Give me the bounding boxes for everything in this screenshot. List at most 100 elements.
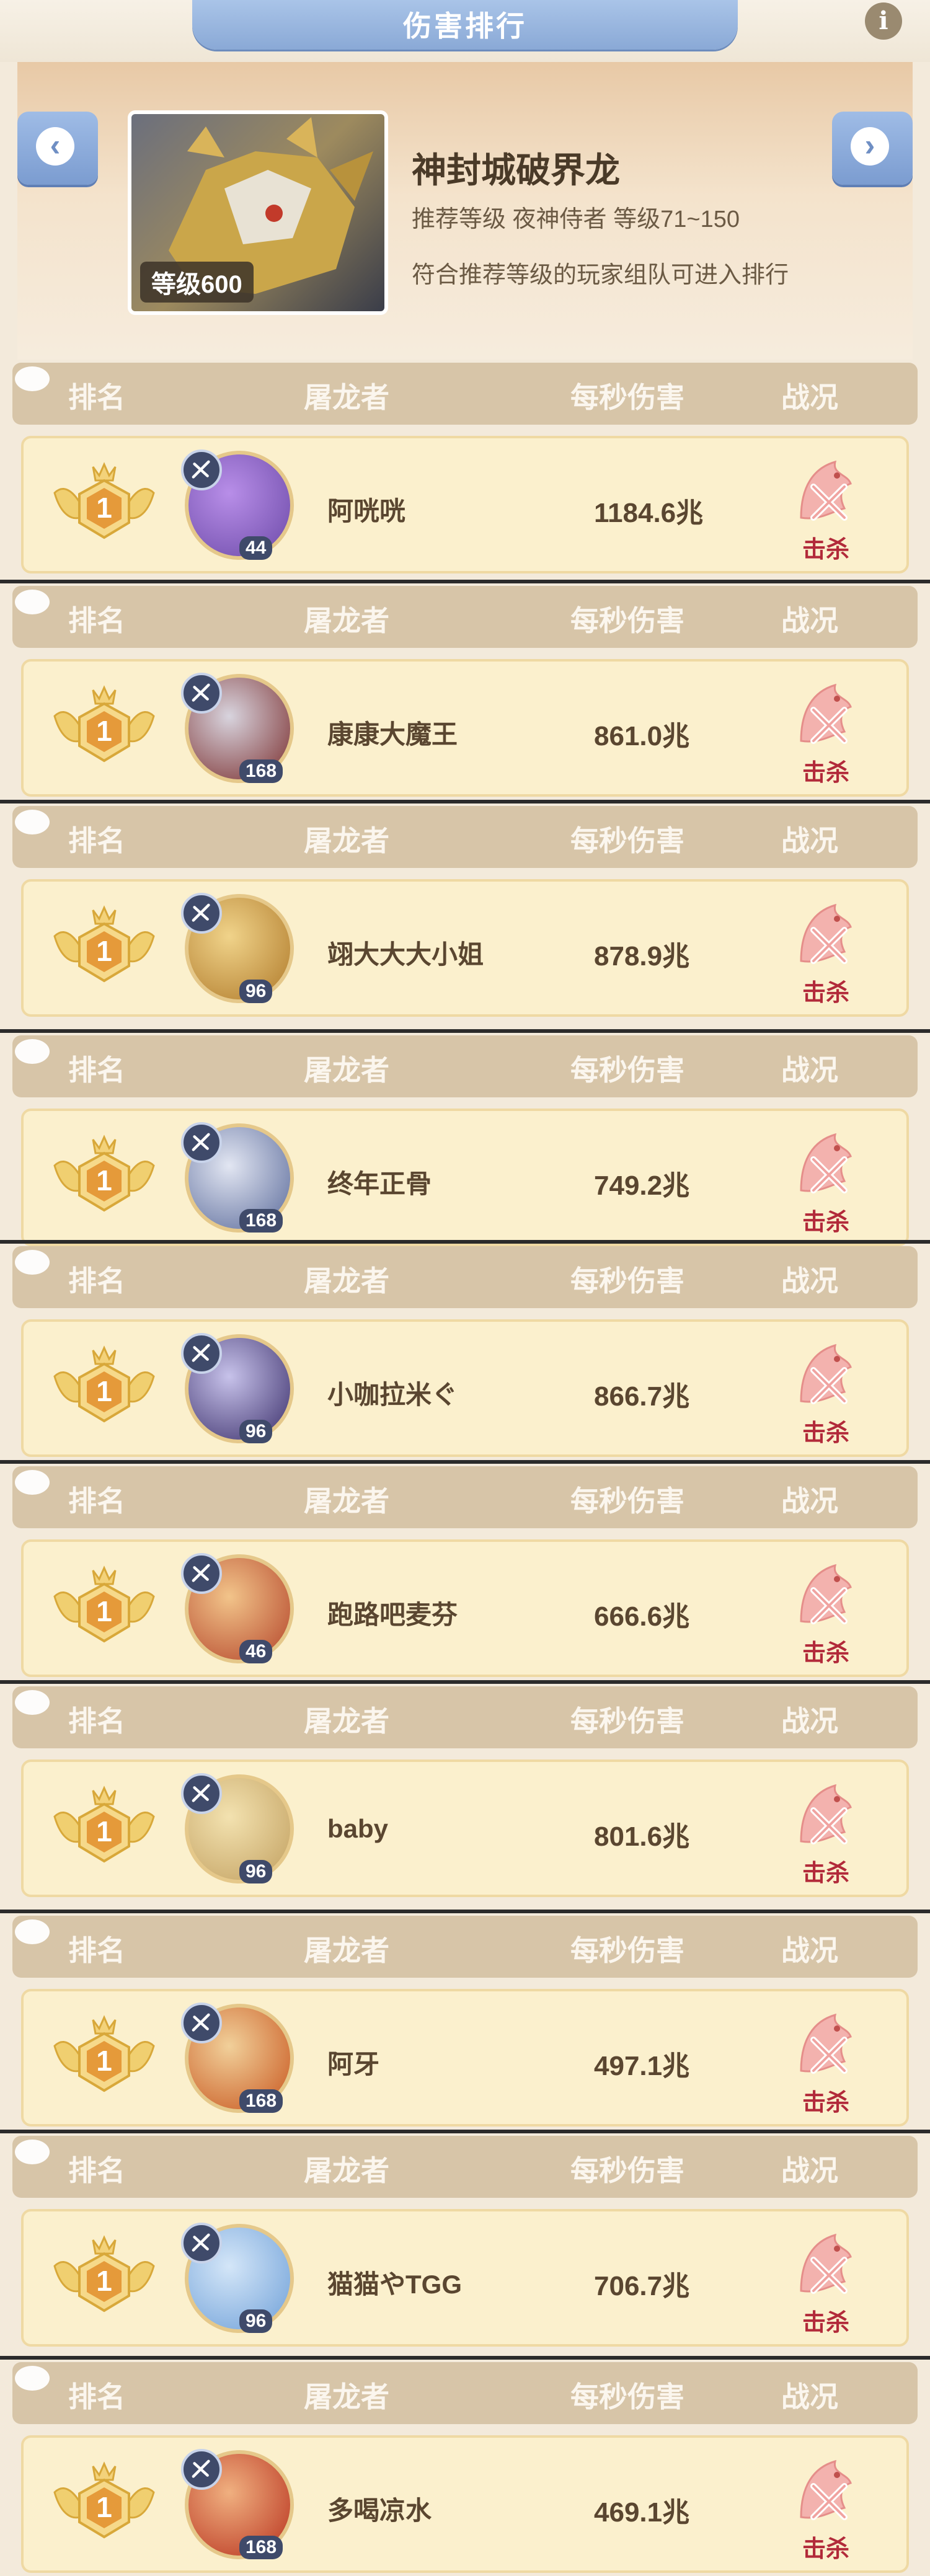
kill-label: 击杀: [802, 980, 849, 1006]
column-status: 战况: [781, 2154, 838, 2187]
column-status: 战况: [781, 1485, 838, 1517]
dragon-kill-icon: [789, 673, 863, 756]
rank-medal-icon: 1: [48, 2229, 160, 2322]
column-rank: 排名: [68, 825, 125, 857]
rank-number: 1: [96, 2045, 112, 2077]
divider: [0, 1240, 930, 1244]
dragon-kill-icon: [789, 1122, 863, 1206]
rank-number: 1: [96, 1375, 112, 1407]
divider: [0, 1460, 930, 1464]
boss-condition: 符合推荐等级的玩家组队可进入排行: [412, 262, 789, 288]
table-row[interactable]: 1 96 翊大大大小姐 878.9兆 击杀: [21, 879, 909, 1017]
divider: [0, 580, 930, 583]
dragon-kill-icon: [789, 1553, 863, 1637]
table-header: 排名 屠龙者 每秒伤害 战况: [12, 806, 918, 868]
class-icon: [181, 2003, 222, 2043]
class-icon: [181, 1122, 222, 1163]
avatar[interactable]: 168: [181, 673, 294, 783]
divider: [0, 1910, 930, 1913]
column-dps: 每秒伤害: [570, 1265, 684, 1297]
column-dps: 每秒伤害: [570, 1054, 684, 1086]
rank-medal-icon: 1: [48, 1779, 160, 1872]
kill-label: 击杀: [802, 1861, 849, 1887]
table-header: 排名 屠龙者 每秒伤害 战况: [12, 1035, 918, 1097]
ranking-section: 排名 屠龙者 每秒伤害 战况 1 96 猫猫やTGG 706.7兆 击杀: [12, 2136, 918, 2350]
dps-value: 801.6兆: [594, 1821, 690, 1852]
chat-bubble-icon: [15, 2366, 50, 2391]
player-level-badge: 168: [239, 2536, 283, 2559]
class-icon: [181, 893, 222, 934]
table-header: 排名 屠龙者 每秒伤害 战况: [12, 1246, 918, 1308]
prev-boss-button[interactable]: ‹: [17, 112, 98, 185]
column-rank: 排名: [68, 604, 125, 637]
table-row[interactable]: 1 96 猫猫やTGG 706.7兆 击杀: [21, 2209, 909, 2347]
avatar[interactable]: 168: [181, 2449, 294, 2559]
player-level-badge: 46: [239, 1640, 273, 1663]
column-player: 屠龙者: [304, 1485, 389, 1517]
avatar[interactable]: 96: [181, 893, 294, 1003]
table-row[interactable]: 1 168 阿牙 497.1兆 击杀: [21, 1989, 909, 2127]
table-header: 排名 屠龙者 每秒伤害 战况: [12, 2136, 918, 2198]
next-boss-button[interactable]: ›: [832, 112, 913, 185]
column-player: 屠龙者: [304, 1265, 389, 1297]
dragon-kill-icon: [789, 1773, 863, 1857]
class-icon: [181, 2449, 222, 2490]
player-name: baby: [327, 1814, 389, 1843]
divider: [0, 1029, 930, 1033]
avatar[interactable]: 46: [181, 1553, 294, 1663]
ranking-section: 排名 屠龙者 每秒伤害 战况 1 168 阿牙 497.1兆 击杀: [12, 1916, 918, 2130]
avatar[interactable]: 168: [181, 1122, 294, 1233]
rank-medal-icon: 1: [48, 899, 160, 992]
table-row[interactable]: 1 168 终年正骨 749.2兆 击杀: [21, 1109, 909, 1246]
column-rank: 排名: [68, 2381, 125, 2413]
avatar[interactable]: 168: [181, 2003, 294, 2113]
dragon-kill-icon: [789, 893, 863, 976]
avatar[interactable]: 44: [181, 449, 294, 560]
table-row[interactable]: 1 168 康康大魔王 861.0兆 击杀: [21, 659, 909, 797]
chat-bubble-icon: [15, 366, 50, 391]
avatar[interactable]: 96: [181, 1333, 294, 1443]
table-row[interactable]: 1 46 跑路吧麦芬 666.6兆 击杀: [21, 1539, 909, 1677]
ranking-section: 排名 屠龙者 每秒伤害 战况 1 168 康康大魔王 861.0兆 击杀: [12, 586, 918, 800]
table-row[interactable]: 1 44 阿咣咣 1184.6兆 击杀: [21, 436, 909, 573]
avatar[interactable]: 96: [181, 2223, 294, 2333]
player-name: 跑路吧麦芬: [327, 1600, 458, 1629]
column-status: 战况: [781, 1265, 838, 1297]
kill-status: 击杀: [789, 673, 863, 786]
chat-bubble-icon: [15, 1039, 50, 1064]
table-row[interactable]: 1 96 baby 801.6兆 击杀: [21, 1759, 909, 1897]
ranking-section: 排名 屠龙者 每秒伤害 战况 1 44 阿咣咣 1184.6兆 击杀: [12, 363, 918, 577]
column-rank: 排名: [68, 381, 125, 414]
table-header: 排名 屠龙者 每秒伤害 战况: [12, 363, 918, 425]
column-player: 屠龙者: [304, 825, 389, 857]
player-level-badge: 96: [239, 2309, 273, 2333]
player-name: 终年正骨: [327, 1169, 432, 1198]
dps-value: 749.2兆: [594, 1171, 690, 1201]
column-rank: 排名: [68, 1705, 125, 1737]
table-row[interactable]: 1 168 多喝凉水 469.1兆 击杀: [21, 2435, 909, 2573]
player-name: 康康大魔王: [327, 720, 458, 749]
page-title: 伤害排行: [403, 10, 527, 42]
dragon-kill-icon: [789, 2449, 863, 2533]
divider: [0, 1680, 930, 1684]
column-rank: 排名: [68, 2154, 125, 2187]
avatar[interactable]: 96: [181, 1773, 294, 1883]
column-dps: 每秒伤害: [570, 1934, 684, 1967]
column-rank: 排名: [68, 1054, 125, 1086]
table-row[interactable]: 1 96 小咖拉米ぐ 866.7兆 击杀: [21, 1319, 909, 1457]
column-dps: 每秒伤害: [570, 2154, 684, 2187]
dps-value: 469.1兆: [594, 2497, 690, 2528]
table-header: 排名 屠龙者 每秒伤害 战况: [12, 586, 918, 648]
dps-value: 1184.6兆: [594, 498, 704, 528]
player-name: 小咖拉米ぐ: [327, 1380, 458, 1409]
kill-status: 击杀: [789, 1553, 863, 1666]
dps-value: 666.6兆: [594, 1601, 690, 1632]
chat-bubble-icon: [15, 1250, 50, 1275]
dragon-kill-icon: [789, 449, 863, 533]
player-level-badge: 96: [239, 1860, 273, 1883]
rank-number: 1: [96, 492, 112, 524]
dragon-kill-icon: [789, 2003, 863, 2086]
kill-status: 击杀: [789, 2449, 863, 2562]
info-icon[interactable]: i: [865, 2, 902, 40]
column-dps: 每秒伤害: [570, 825, 684, 857]
